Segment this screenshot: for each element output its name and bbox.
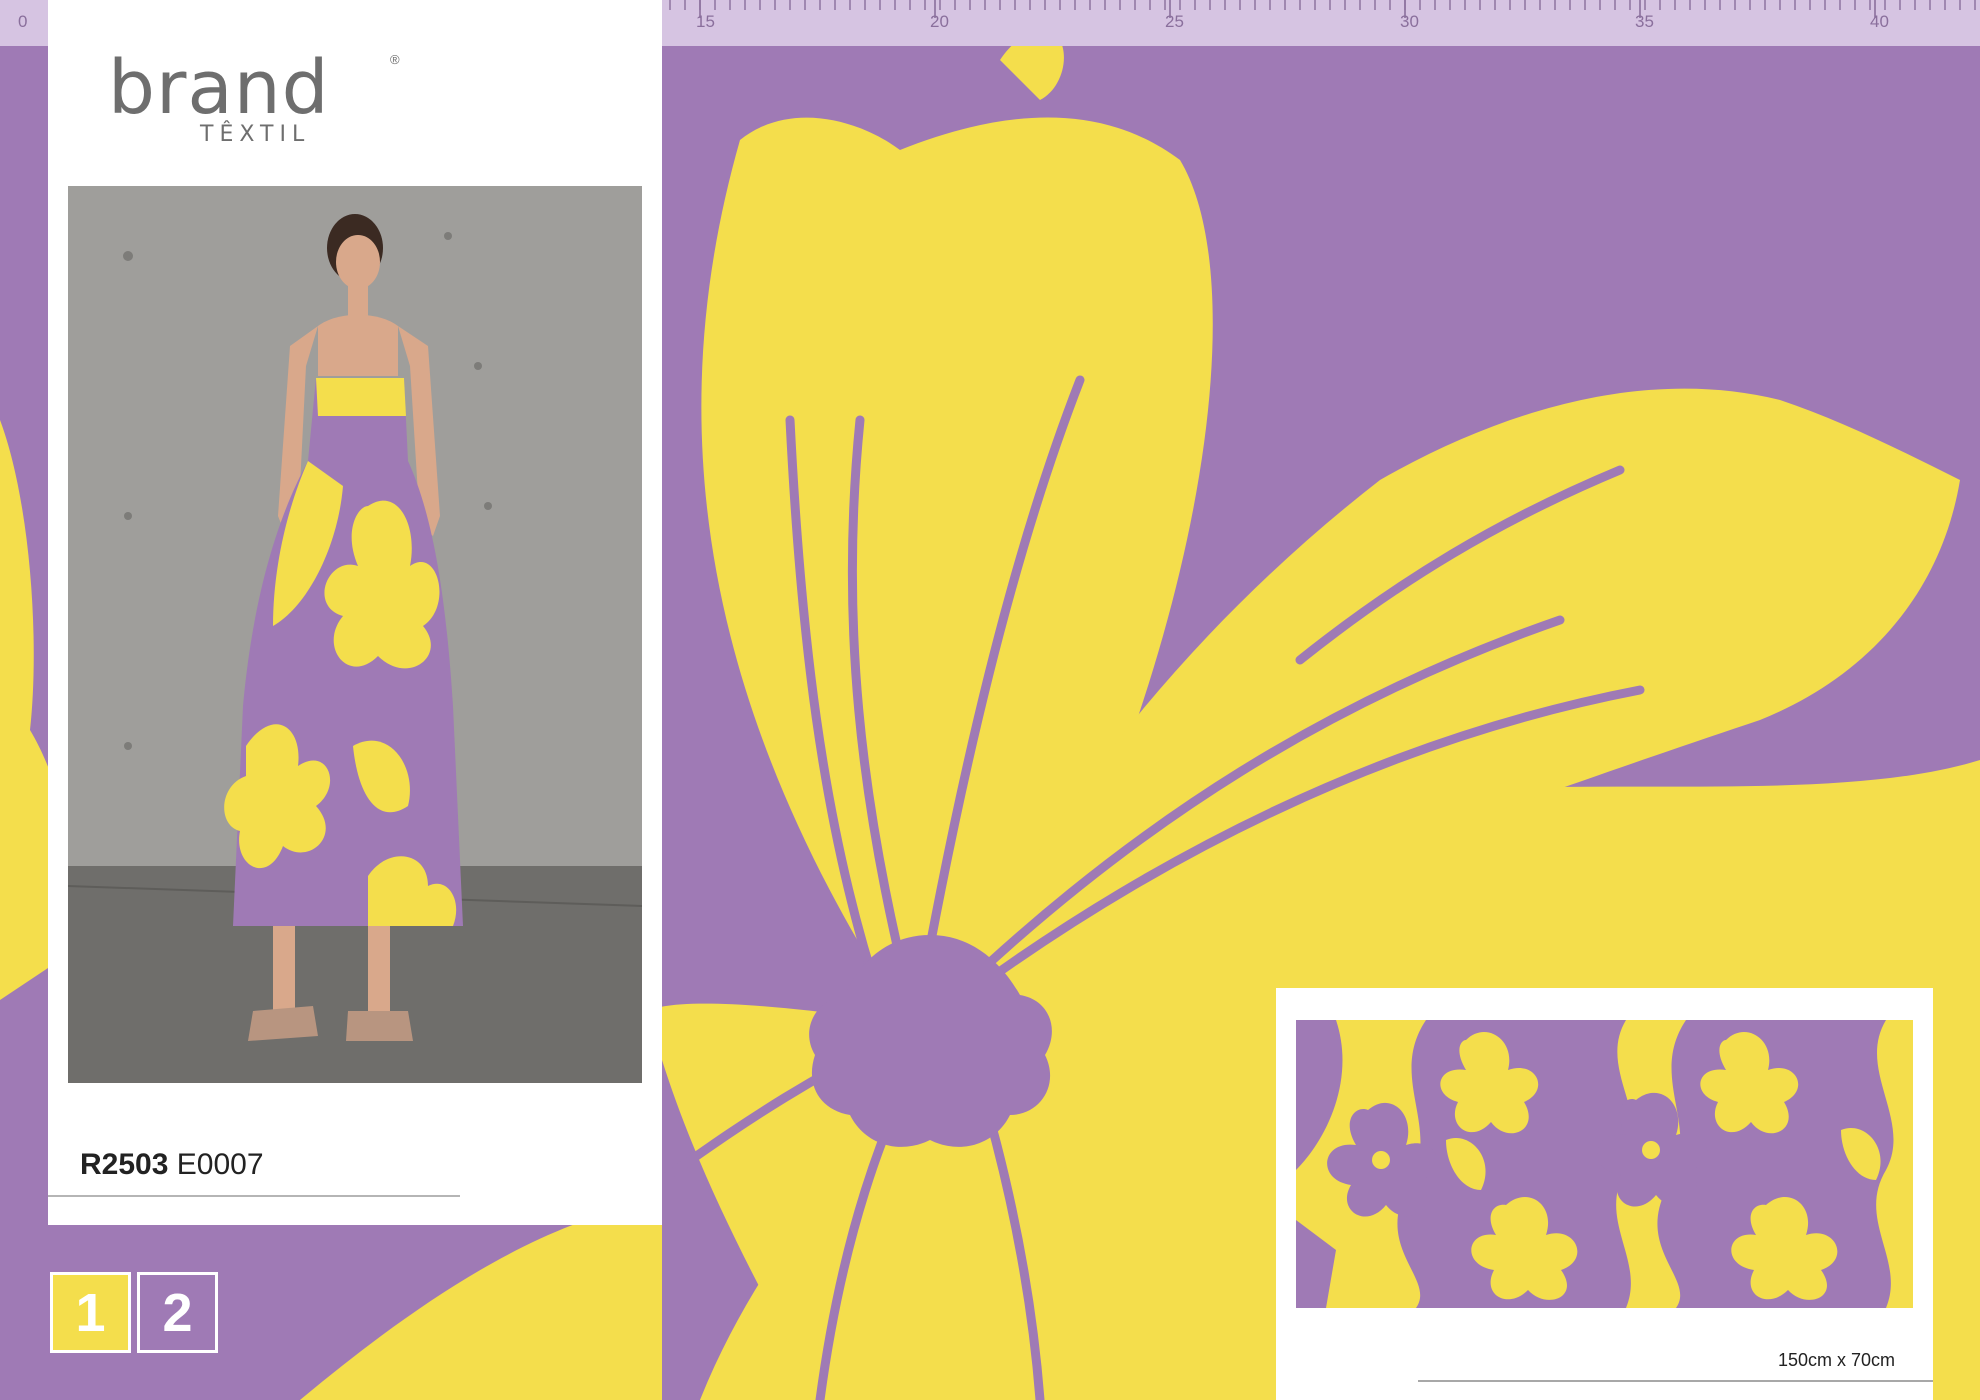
product-variant: E0007 bbox=[176, 1148, 264, 1181]
model-photo bbox=[68, 186, 642, 1083]
page-1-button[interactable]: 1 bbox=[50, 1272, 131, 1353]
brand-subtitle: TÊXTIL bbox=[200, 122, 311, 147]
ruler-label: 15 bbox=[696, 12, 715, 31]
brand-wordmark: brand bbox=[108, 45, 330, 131]
registered-mark: ® bbox=[390, 52, 400, 67]
pattern-illustration bbox=[1296, 1020, 1913, 1308]
model-photo-illustration bbox=[68, 186, 642, 1083]
ruler-label: 20 bbox=[930, 12, 949, 31]
product-panel: brand ® TÊXTIL R2503 E0007 bbox=[48, 0, 662, 1225]
divider bbox=[48, 1195, 460, 1197]
page-2-button[interactable]: 2 bbox=[137, 1272, 218, 1353]
swatch-panel: 150cm x 70cm bbox=[1276, 988, 1933, 1400]
divider bbox=[1418, 1380, 1933, 1382]
brand-logo: brand ® TÊXTIL bbox=[108, 45, 400, 148]
ruler-ticks bbox=[669, 0, 1976, 18]
ruler-label: 30 bbox=[1400, 12, 1419, 31]
product-code: R2503 E0007 bbox=[80, 1148, 264, 1182]
ruler-label: 0 bbox=[18, 12, 28, 31]
ruler-label: 25 bbox=[1165, 12, 1184, 31]
ruler-left-strip: 0 bbox=[0, 0, 48, 46]
ruler-label: 35 bbox=[1635, 12, 1654, 31]
swatch-size-label: 150cm x 70cm bbox=[1777, 1350, 1895, 1370]
presentation-board: 0 15 20 25 30 35 40 brand ® TÊXTIL R2503… bbox=[0, 0, 1980, 1400]
repeat-pattern-swatch bbox=[1296, 1020, 1913, 1308]
ruler-label: 40 bbox=[1870, 12, 1889, 31]
product-ref: R2503 bbox=[80, 1148, 169, 1181]
measurement-ruler: 15 20 25 30 35 40 bbox=[662, 0, 1980, 46]
